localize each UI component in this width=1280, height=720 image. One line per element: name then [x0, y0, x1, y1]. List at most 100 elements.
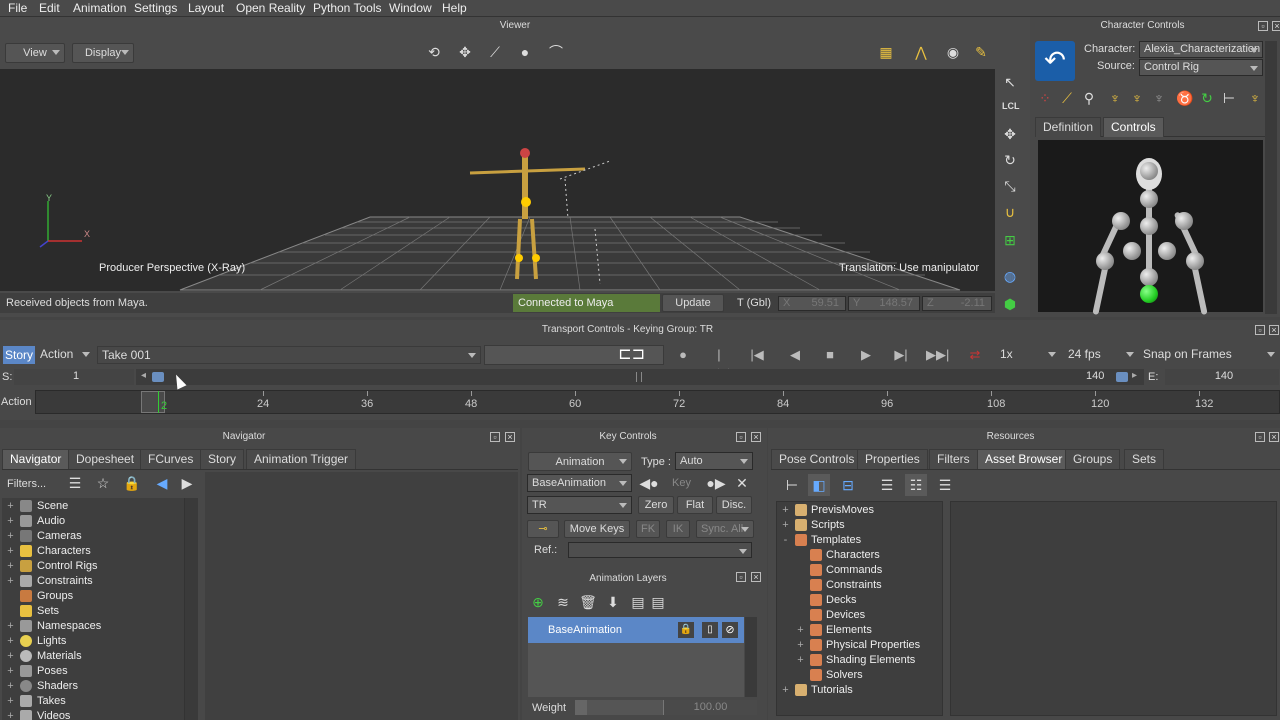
tree-item-elements[interactable]: + Elements — [796, 623, 872, 638]
neck-effector[interactable] — [1140, 190, 1158, 208]
expand-icon[interactable]: + — [6, 546, 15, 557]
keying-set-select[interactable]: TR — [527, 496, 632, 514]
tab-pose-controls[interactable]: Pose Controls — [771, 449, 863, 469]
tree-item-cameras[interactable]: + Cameras — [6, 529, 82, 544]
full-body-icon[interactable]: ⚲ — [1078, 87, 1100, 109]
play-icon[interactable]: ▶ — [855, 346, 877, 364]
loop-icon[interactable]: ⇄ — [964, 346, 986, 364]
expand-icon[interactable]: + — [6, 531, 15, 542]
right-elbow-effector[interactable] — [1186, 252, 1204, 270]
left-elbow-effector[interactable] — [1096, 252, 1114, 270]
tree-item-materials[interactable]: + Materials — [6, 649, 82, 664]
range-right-arrow-icon[interactable]: ▸ — [1132, 370, 1137, 381]
tab-filters[interactable]: Filters — [929, 449, 978, 469]
expand-icon[interactable]: + — [796, 625, 805, 636]
head-effector[interactable] — [1140, 162, 1158, 180]
expand-icon[interactable]: + — [6, 576, 15, 587]
tree-item-lights[interactable]: + Lights — [6, 634, 66, 649]
timeline[interactable]: 2 24 36 48 60 72 84 96 108 120 132 — [35, 390, 1280, 414]
type-select[interactable]: Auto — [675, 452, 753, 470]
collapse-icon[interactable]: - — [781, 535, 790, 546]
start-frame-field[interactable]: 1 — [14, 369, 134, 385]
tree-item-namespaces[interactable]: + Namespaces — [6, 619, 101, 634]
menu-layout[interactable]: Layout — [188, 1, 224, 15]
float-icon[interactable]: ▫ — [1258, 21, 1268, 31]
horizontal-view-icon[interactable]: ⊟ — [837, 474, 859, 496]
layer-row-base[interactable]: BaseAnimation 🔒 ▯ ⊘ — [528, 617, 744, 643]
key-icon[interactable]: ⊸ — [527, 520, 559, 538]
tree-item-constraints[interactable]: + Constraints — [6, 574, 93, 589]
range-start-handle[interactable] — [152, 372, 164, 382]
globe-icon[interactable]: ◍ — [999, 265, 1021, 287]
zero-button[interactable]: Zero — [638, 496, 674, 514]
flat-button[interactable]: Flat — [677, 496, 713, 514]
tab-properties[interactable]: Properties — [857, 449, 928, 469]
tab-groups[interactable]: Groups — [1065, 449, 1121, 469]
tree-item-devices[interactable]: Devices — [796, 608, 865, 623]
y-field[interactable]: Y 148.57 — [848, 296, 920, 311]
add-layer-icon[interactable]: ⊕ — [527, 591, 549, 613]
tab-navigator[interactable]: Navigator — [2, 449, 70, 469]
prev-key-icon[interactable]: ◀● — [636, 472, 662, 494]
tree-item-physical-properties[interactable]: + Physical Properties — [796, 638, 920, 653]
play-reverse-icon[interactable]: ◀ — [784, 346, 806, 364]
transport-float-icon[interactable]: ▫ — [1255, 325, 1265, 335]
tab-story[interactable]: Story — [200, 449, 245, 469]
tab-sets[interactable]: Sets — [1124, 449, 1165, 469]
expand-icon[interactable]: + — [6, 651, 15, 662]
tree-item-scene[interactable]: + Scene — [6, 499, 68, 514]
menu-help[interactable]: Help — [442, 1, 467, 15]
list-view-icon[interactable]: ☰ — [64, 472, 86, 494]
tree-item-templates[interactable]: - Templates — [781, 533, 861, 548]
expand-icon[interactable]: + — [6, 621, 15, 632]
prev-key-icon[interactable]: |◀ — [746, 346, 768, 364]
expand-icon[interactable]: + — [6, 681, 15, 692]
tree-item-scripts[interactable]: + Scripts — [781, 518, 845, 533]
expand-icon[interactable]: + — [6, 711, 15, 720]
expand-icon[interactable]: + — [6, 666, 15, 677]
character-select[interactable]: Alexia_Characterization — [1139, 41, 1263, 58]
source-select[interactable]: Control Rig — [1139, 59, 1263, 76]
ruler-icon[interactable]: ▦ — [875, 41, 897, 63]
tree-item-decks[interactable]: Decks — [796, 593, 857, 608]
layer-solo-icon[interactable]: ▯ — [702, 622, 718, 638]
update-button[interactable]: Update — [662, 294, 724, 312]
z-field[interactable]: Z -2.11 — [922, 296, 992, 311]
layer-lock-icon[interactable]: 🔒 — [678, 622, 694, 638]
menu-file[interactable]: File — [8, 1, 27, 15]
pan-icon[interactable]: ✥ — [454, 41, 476, 63]
mirror-icon[interactable]: ⊢ — [1218, 87, 1240, 109]
transport-close-icon[interactable]: × — [1269, 325, 1279, 335]
layers-scrollbar[interactable] — [745, 617, 757, 697]
merge-down-icon[interactable]: ⬇ — [602, 591, 624, 613]
tree-item-takes[interactable]: + Takes — [6, 694, 66, 709]
ref-select[interactable] — [568, 542, 752, 558]
x-field[interactable]: X 59.51 — [778, 296, 846, 311]
animation-mode-select[interactable]: Animation — [528, 452, 632, 471]
tree-item-shading-elements[interactable]: + Shading Elements — [796, 653, 915, 668]
expand-icon[interactable]: + — [6, 501, 15, 512]
orbit-icon[interactable]: ⟲ — [423, 41, 445, 63]
tab-animation-trigger[interactable]: Animation Trigger — [246, 449, 357, 469]
weight-value[interactable]: 100.00 — [663, 700, 757, 715]
magnet-icon[interactable]: ∪ — [999, 201, 1021, 223]
collapse-layers-icon[interactable]: ▤ — [647, 591, 669, 613]
ik-button[interactable]: IK — [666, 520, 690, 538]
take-select[interactable]: Take 001 — [97, 346, 481, 364]
expand-icon[interactable]: + — [796, 655, 805, 666]
tab-controls[interactable]: Controls — [1103, 117, 1164, 137]
asset-preview-area[interactable] — [950, 501, 1277, 716]
rotate-arc-icon[interactable]: ⌒ — [545, 41, 567, 63]
scale-icon[interactable]: ⤡ — [999, 175, 1021, 197]
speed-select[interactable]: 1x — [996, 346, 1060, 364]
waist-effector[interactable] — [1140, 268, 1158, 286]
tab-dopesheet[interactable]: Dopesheet — [68, 449, 143, 469]
lcl-toggle[interactable]: LCL — [1002, 101, 1020, 111]
right-clavicle-effector[interactable] — [1158, 242, 1176, 260]
sync-all-select[interactable]: Sync. All — [696, 520, 754, 538]
fk-button[interactable]: FK — [636, 520, 660, 538]
rotate-icon[interactable]: ↻ — [999, 149, 1021, 171]
split-view-icon[interactable]: ◧ — [808, 474, 830, 496]
fk-effectors-icon[interactable]: ⁘ — [1034, 87, 1056, 109]
goto-start-icon[interactable]: |◀◀ — [708, 346, 730, 380]
